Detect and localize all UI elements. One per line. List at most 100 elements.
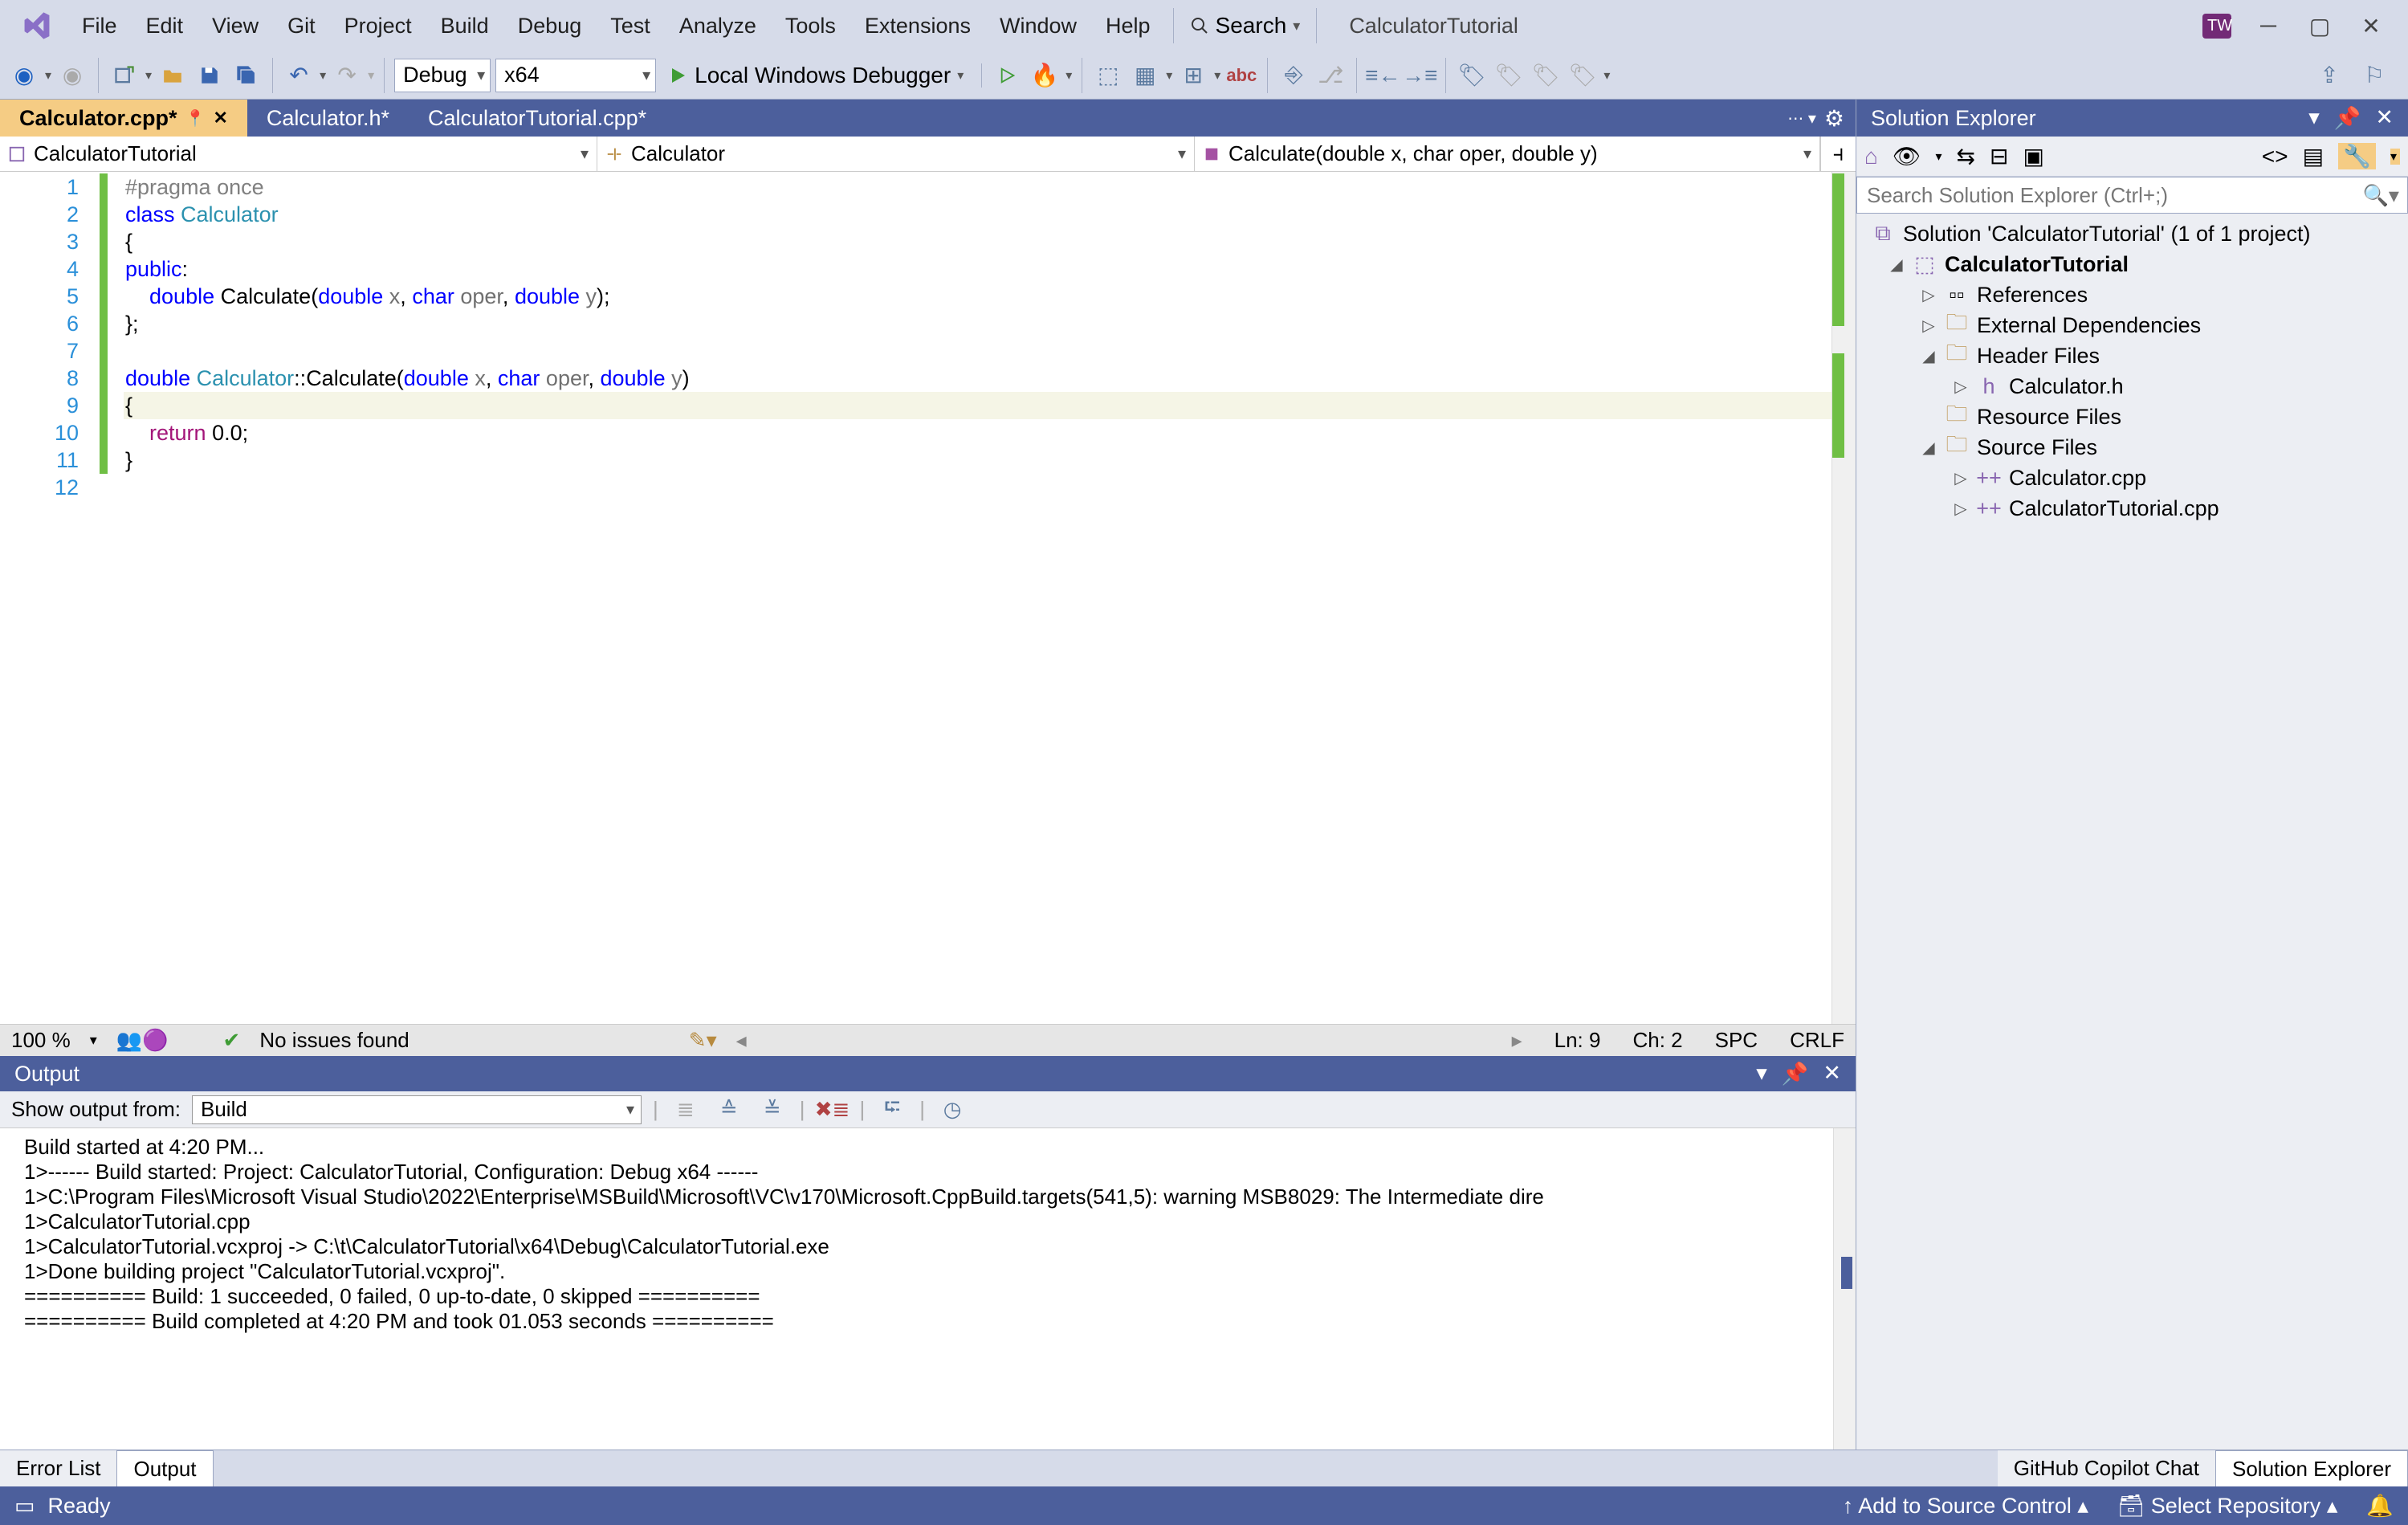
source-file-node[interactable]: ▷ ++ Calculator.cpp [1863, 463, 2402, 493]
copilot-icon[interactable]: 👥🟣 [116, 1028, 169, 1053]
new-project-icon[interactable] [108, 59, 141, 92]
open-icon[interactable] [157, 59, 189, 92]
grid-icon[interactable]: ▦ [1129, 59, 1161, 92]
save-icon[interactable] [194, 59, 226, 92]
back-icon[interactable]: ⇆ [1957, 143, 1975, 169]
search-box[interactable]: Search ▾ [1182, 13, 1309, 39]
platform-dropdown[interactable]: x64 [495, 59, 656, 92]
forward-icon: ◉ [56, 59, 88, 92]
source-control-button[interactable]: ↑ Add to Source Control ▴ [1843, 1494, 2088, 1519]
pin-icon[interactable]: 📌 [2334, 105, 2361, 131]
wrap-icon[interactable]: ⮓ [876, 1094, 908, 1126]
close-icon[interactable]: ✕ [2357, 13, 2386, 39]
live-share-icon[interactable]: ⇪ [2313, 59, 2345, 92]
menu-file[interactable]: File [67, 7, 132, 45]
config-dropdown[interactable]: Debug [394, 59, 491, 92]
output-icon[interactable]: ▭ [14, 1494, 35, 1519]
notifications-icon[interactable]: 🔔 [2366, 1493, 2394, 1519]
solution-search[interactable]: Search Solution Explorer (Ctrl+;) 🔍▾ [1856, 177, 2408, 214]
select-repo-button[interactable]: 🗃 Select Repository ▴ [2117, 1493, 2337, 1519]
project-node[interactable]: ◢ ⬚ CalculatorTutorial [1863, 249, 2402, 279]
maximize-icon[interactable]: ▢ [2305, 13, 2334, 39]
menu-edit[interactable]: Edit [132, 7, 198, 45]
menu-extensions[interactable]: Extensions [850, 7, 985, 45]
prev-icon[interactable]: ≙ [713, 1094, 745, 1126]
code-editor[interactable]: 123456789101112 #pragma once⌄class Calcu… [0, 172, 1856, 1024]
separator [1316, 8, 1317, 43]
nav-class[interactable]: Calculator [597, 137, 1195, 171]
snap-icon[interactable]: ⊞ [1177, 59, 1209, 92]
show-all-icon[interactable]: ▣ [2023, 143, 2043, 169]
search-placeholder: Search Solution Explorer (Ctrl+;) [1867, 183, 2168, 208]
output-text[interactable]: Build started at 4:20 PM... 1>------ Bui… [0, 1128, 1856, 1450]
external-deps-node[interactable]: ▷ 🗀 External Dependencies [1863, 310, 2402, 340]
bm-icon[interactable]: ⎆ [1277, 59, 1310, 92]
menu-tools[interactable]: Tools [771, 7, 850, 45]
back-icon[interactable]: ◉ [8, 59, 40, 92]
split-icon[interactable]: ⫞ [1820, 137, 1856, 171]
nav-member[interactable]: Calculate(double x, char oper, double y) [1195, 137, 1820, 171]
dropdown-icon[interactable]: ▾ [2308, 105, 2320, 131]
start-debug-button[interactable]: Local Windows Debugger ▾ [661, 59, 972, 92]
source-files-node[interactable]: ◢ 🗀 Source Files [1863, 432, 2402, 463]
nav-scope[interactable]: CalculatorTutorial [0, 137, 597, 171]
clear-icon[interactable]: ✖≣ [817, 1094, 849, 1126]
account-icon[interactable]: TW [2202, 14, 2231, 39]
close-icon[interactable]: ✕ [1823, 1061, 1841, 1087]
hot-reload-icon[interactable]: 🔥 [1029, 59, 1061, 92]
tab-copilot[interactable]: GitHub Copilot Chat [1998, 1450, 2215, 1486]
close-icon[interactable]: ✕ [2375, 105, 2394, 131]
menu-test[interactable]: Test [596, 7, 665, 45]
code-icon[interactable]: <> [2262, 144, 2288, 169]
undo-icon[interactable]: ↶ [283, 59, 315, 92]
document-tab[interactable]: CalculatorTutorial.cpp* [409, 100, 666, 137]
menu-analyze[interactable]: Analyze [665, 7, 771, 45]
menu-debug[interactable]: Debug [503, 7, 597, 45]
zoom[interactable]: 100 % [11, 1028, 71, 1053]
tab-gear-icon[interactable]: ⚙ [1824, 105, 1844, 132]
close-icon[interactable]: ✕ [213, 108, 227, 128]
pin-icon[interactable]: 📍 [185, 108, 206, 128]
tab-output[interactable]: Output [116, 1450, 213, 1486]
wrench-icon[interactable]: 🔧 [2338, 143, 2376, 169]
step-icon[interactable]: ⬚ [1092, 59, 1124, 92]
header-file-node[interactable]: ▷ h Calculator.h [1863, 371, 2402, 402]
pin-icon[interactable]: 📌 [1782, 1061, 1809, 1087]
solution-node[interactable]: ⧉ Solution 'CalculatorTutorial' (1 of 1 … [1863, 218, 2402, 249]
references-node[interactable]: ▷ ▫▫ References [1863, 279, 2402, 310]
dropdown-icon[interactable]: ▾ [1756, 1061, 1767, 1087]
props-icon[interactable]: ▤ [2303, 143, 2324, 169]
tab-dropdown-icon[interactable]: ⋯ ▾ [1787, 108, 1816, 128]
resource-files-node[interactable]: ▷ 🗀 Resource Files [1863, 402, 2402, 432]
menu-project[interactable]: Project [330, 7, 426, 45]
header-files-node[interactable]: ◢ 🗀 Header Files [1863, 340, 2402, 371]
menu-window[interactable]: Window [985, 7, 1091, 45]
menu-git[interactable]: Git [273, 7, 330, 45]
save-all-icon[interactable] [230, 59, 263, 92]
menu-view[interactable]: View [198, 7, 273, 45]
output-source-dropdown[interactable]: Build [192, 1095, 642, 1124]
menu-help[interactable]: Help [1091, 7, 1165, 45]
editor-scrollbar[interactable] [1831, 172, 1856, 1024]
brush-icon[interactable]: ✎▾ [689, 1028, 717, 1053]
timer-icon[interactable]: ◷ [936, 1094, 968, 1126]
arrow-left-icon[interactable]: ◂ [736, 1028, 747, 1053]
menu-build[interactable]: Build [426, 7, 503, 45]
solution-tree[interactable]: ⧉ Solution 'CalculatorTutorial' (1 of 1 … [1856, 214, 2408, 528]
source-file-node[interactable]: ▷ ++ CalculatorTutorial.cpp [1863, 493, 2402, 524]
minimize-icon[interactable]: ─ [2254, 13, 2283, 39]
start-without-debug-icon[interactable] [992, 59, 1024, 92]
document-tab[interactable]: Calculator.cpp*📍✕ [0, 100, 247, 137]
document-tab[interactable]: Calculator.h* [247, 100, 409, 137]
sync-icon[interactable]: ⊟ [1990, 143, 2008, 169]
abc-icon[interactable]: abc [1225, 59, 1257, 92]
home-icon[interactable]: ⌂ [1864, 144, 1878, 169]
dedent-icon[interactable]: ≡← [1367, 59, 1399, 92]
feedback-icon[interactable]: ⚐ [2358, 59, 2390, 92]
bookmark-icon[interactable]: 🏷 [1456, 59, 1488, 92]
view-icon[interactable]: 👁 [1893, 143, 1921, 169]
next-icon[interactable]: ≚ [756, 1094, 788, 1126]
indent-icon[interactable]: →≡ [1404, 59, 1436, 92]
tab-sol-explorer[interactable]: Solution Explorer [2215, 1450, 2408, 1486]
tab-error-list[interactable]: Error List [0, 1450, 116, 1486]
